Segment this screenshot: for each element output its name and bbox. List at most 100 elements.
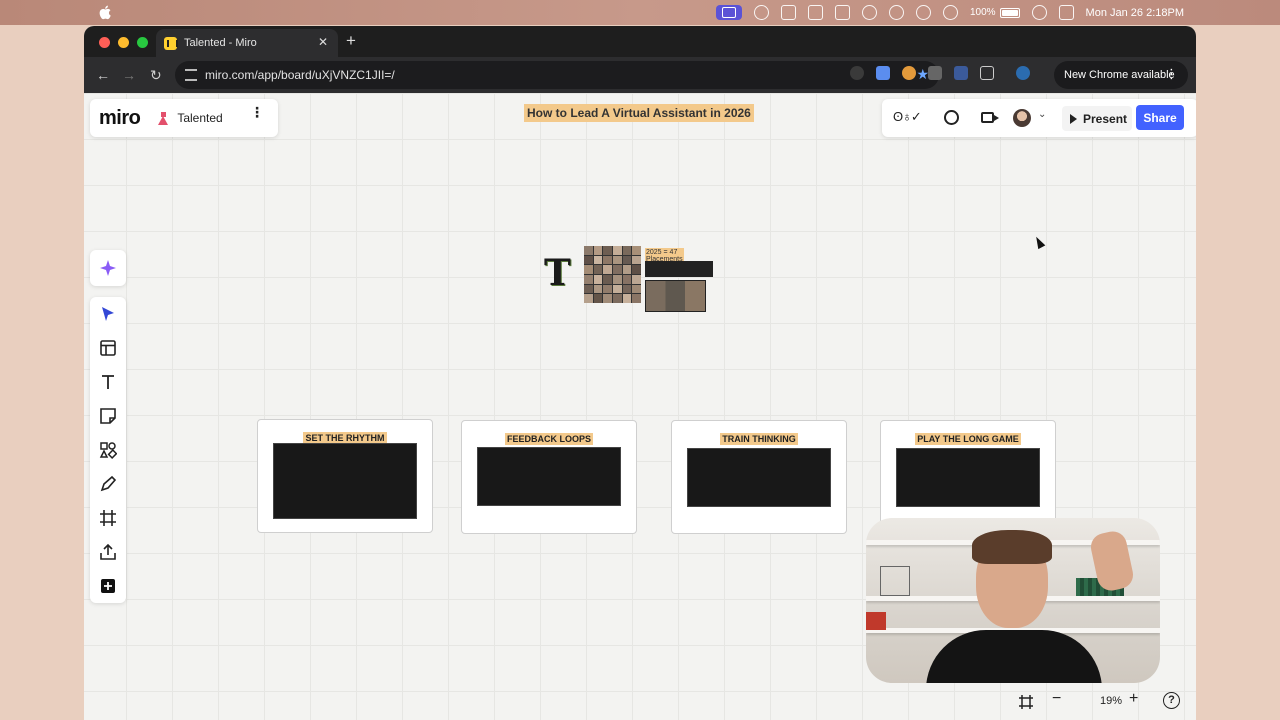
miro-logo[interactable]: miro bbox=[99, 107, 141, 130]
extensions-puzzle-icon[interactable] bbox=[980, 66, 994, 80]
forward-arrow-icon[interactable]: → bbox=[122, 57, 136, 93]
extension-compass-icon[interactable] bbox=[850, 66, 864, 80]
zoom-out-button[interactable]: − bbox=[1052, 690, 1061, 708]
card-feedback-loops[interactable]: FEEDBACK LOOPS bbox=[461, 420, 637, 534]
zoom-window-button[interactable] bbox=[137, 37, 148, 48]
chrome-update-label: New Chrome available bbox=[1064, 69, 1175, 81]
shapes-icon[interactable] bbox=[99, 441, 117, 459]
ai-sparkle-icon[interactable] bbox=[99, 259, 117, 277]
extension-orb-icon[interactable] bbox=[902, 66, 916, 80]
zoom-in-button[interactable]: + bbox=[1129, 690, 1138, 708]
battery-icon bbox=[999, 7, 1020, 18]
reload-icon[interactable]: ↻ bbox=[150, 57, 162, 93]
mouse-pointer-icon bbox=[1032, 234, 1046, 250]
control-center-icon[interactable] bbox=[1058, 5, 1074, 20]
tab-strip: Talented - Miro ✕ + bbox=[84, 26, 1196, 57]
card-play-the-long-game[interactable]: PLAY THE LONG GAME bbox=[880, 420, 1056, 534]
avatar[interactable] bbox=[1013, 109, 1031, 127]
templates-icon[interactable] bbox=[99, 339, 117, 357]
battery-percent: 100% bbox=[969, 7, 996, 18]
card-video-embed[interactable] bbox=[896, 448, 1040, 507]
card-set-the-rhythm[interactable]: SET THE RHYTHM bbox=[257, 419, 433, 533]
miro-favicon-icon bbox=[164, 36, 178, 50]
zoom-controls: − 19% + ? bbox=[1010, 687, 1190, 717]
extension-ft-icon[interactable] bbox=[954, 66, 968, 80]
play-circle-icon[interactable] bbox=[942, 5, 958, 20]
record-icon[interactable] bbox=[753, 5, 769, 20]
board-header-panel: miro Talented ⋮ bbox=[90, 99, 278, 137]
ai-toolbar bbox=[90, 250, 126, 286]
reactions-icon[interactable]: ʘ♁✓ bbox=[893, 109, 922, 125]
help-button[interactable]: ? bbox=[1163, 692, 1180, 709]
zoom-level[interactable]: 19% bbox=[1091, 695, 1131, 707]
comment-icon[interactable] bbox=[944, 110, 959, 125]
new-tab-button[interactable]: + bbox=[346, 31, 356, 51]
sticky-note-icon[interactable] bbox=[99, 407, 117, 425]
screen-share-icon[interactable] bbox=[715, 5, 742, 20]
board-menu-icon[interactable]: ⋮ bbox=[250, 105, 264, 119]
menu-bar-status-area: 100% Mon Jan 26 2:18PM bbox=[715, 0, 1184, 25]
select-cursor-icon[interactable] bbox=[99, 305, 117, 323]
minus-circle-icon[interactable] bbox=[861, 5, 877, 20]
apple-logo-icon[interactable] bbox=[98, 5, 112, 20]
chevron-down-icon[interactable]: ⌄ bbox=[1038, 109, 1046, 120]
extension-l-icon[interactable] bbox=[928, 66, 942, 80]
tab-close-icon[interactable]: ✕ bbox=[318, 35, 328, 49]
creation-toolbar bbox=[90, 297, 126, 603]
extensions-row bbox=[850, 66, 1030, 80]
cube-icon[interactable] bbox=[807, 5, 823, 20]
flask-icon bbox=[158, 111, 169, 125]
moon-icon[interactable] bbox=[888, 5, 904, 20]
close-window-button[interactable] bbox=[99, 37, 110, 48]
browser-window: Talented - Miro ✕ + ← → ↻ miro.com/app/b… bbox=[84, 26, 1196, 720]
video-call-screenshot[interactable] bbox=[645, 280, 706, 312]
present-button[interactable]: Present bbox=[1062, 106, 1132, 131]
minimize-window-button[interactable] bbox=[118, 37, 129, 48]
battery-indicator[interactable]: 100% bbox=[970, 7, 1020, 18]
tab-title: Talented - Miro bbox=[184, 37, 257, 49]
card-video-embed[interactable] bbox=[273, 443, 417, 519]
webcam-overlay bbox=[866, 518, 1160, 683]
window-controls bbox=[99, 37, 148, 48]
person-torso bbox=[926, 630, 1102, 683]
site-settings-icon[interactable] bbox=[185, 69, 197, 81]
team-photo-collage[interactable] bbox=[584, 246, 641, 303]
macos-menu-bar: 100% Mon Jan 26 2:18PM bbox=[0, 0, 1280, 25]
chrome-menu-icon[interactable]: ⋮ bbox=[1165, 66, 1178, 82]
browser-toolbar: ← → ↻ miro.com/app/board/uXjVNZC1JII=/ ★… bbox=[84, 57, 1196, 93]
headphones-icon[interactable] bbox=[915, 5, 931, 20]
frame-icon[interactable] bbox=[99, 509, 117, 527]
more-apps-icon[interactable] bbox=[99, 577, 117, 595]
url-text: miro.com/app/board/uXjVNZC1JII=/ bbox=[205, 68, 395, 82]
fit-to-screen-icon[interactable] bbox=[1018, 694, 1034, 710]
chrome-update-button[interactable]: New Chrome available ⋮ bbox=[1054, 61, 1188, 89]
text-icon[interactable] bbox=[99, 373, 117, 391]
address-bar[interactable]: miro.com/app/board/uXjVNZC1JII=/ ★ bbox=[175, 61, 939, 89]
talented-logo[interactable]: T bbox=[544, 252, 571, 294]
board-title-sticker[interactable]: How to Lead A Virtual Assistant in 2026 bbox=[524, 104, 754, 122]
video-call-icon[interactable] bbox=[981, 112, 999, 123]
revenue-table-image[interactable] bbox=[645, 261, 713, 277]
wifi-icon[interactable] bbox=[1031, 5, 1047, 20]
upload-icon[interactable] bbox=[99, 543, 117, 561]
card-title: FEEDBACK LOOPS bbox=[504, 433, 593, 445]
menu-bar-clock[interactable]: Mon Jan 26 2:18PM bbox=[1086, 7, 1184, 19]
card-train-thinking[interactable]: TRAIN THINKING bbox=[671, 420, 847, 534]
play-icon bbox=[1070, 113, 1077, 124]
basket bbox=[880, 566, 910, 596]
browser-tab-miro[interactable]: Talented - Miro ✕ bbox=[156, 29, 338, 57]
card-video-embed[interactable] bbox=[687, 448, 831, 507]
miro-board-canvas[interactable]: miro Talented ⋮ How to Lead A Virtual As… bbox=[84, 93, 1196, 720]
profile-icon[interactable] bbox=[1016, 66, 1030, 80]
pen-tool-icon[interactable] bbox=[834, 5, 850, 20]
card-video-embed[interactable] bbox=[477, 447, 621, 506]
share-button[interactable]: Share bbox=[1136, 105, 1184, 130]
person-hair bbox=[972, 530, 1052, 564]
extension-docs-icon[interactable] bbox=[876, 66, 890, 80]
back-arrow-icon[interactable]: ← bbox=[96, 57, 110, 93]
lightbulb-icon[interactable] bbox=[780, 5, 796, 20]
pen-icon[interactable] bbox=[99, 475, 117, 493]
card-title: TRAIN THINKING bbox=[720, 433, 798, 445]
collaboration-panel: ʘ♁✓ ⌄ Present Share bbox=[882, 99, 1196, 137]
board-name[interactable]: Talented bbox=[177, 111, 222, 125]
